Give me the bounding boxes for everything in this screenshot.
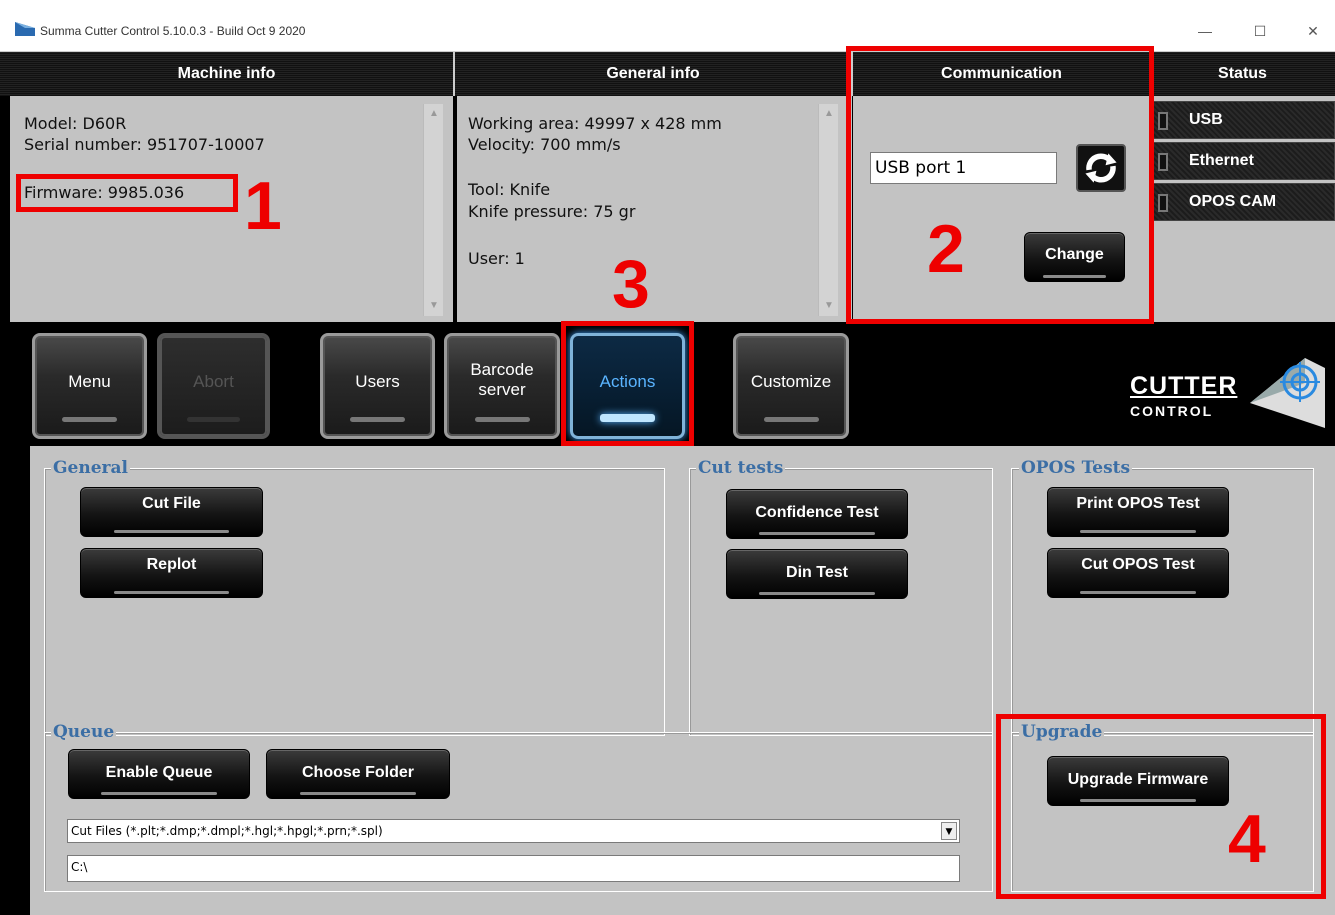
close-button[interactable]: ✕ — [1298, 20, 1328, 42]
machine-info-scrollbar[interactable]: ▲ ▼ — [423, 104, 443, 316]
working-area-text: Working area: 49997 x 428 mm — [468, 114, 722, 133]
scroll-down-icon[interactable]: ▼ — [819, 298, 839, 314]
status-led-icon — [1158, 153, 1168, 171]
maximize-button[interactable]: ☐ — [1245, 20, 1275, 42]
customize-button[interactable]: Customize — [733, 333, 849, 439]
window-title: Summa Cutter Control 5.10.0.3 - Build Oc… — [40, 24, 306, 38]
status-usb: USB — [1152, 101, 1335, 139]
queue-group-title: Queue — [51, 722, 117, 742]
cut-tests-group-title: Cut tests — [696, 458, 786, 478]
knife-pressure-text: Knife pressure: 75 gr — [468, 202, 636, 221]
logo-text-control: CONTROL — [1130, 403, 1214, 419]
chevron-down-icon[interactable]: ▼ — [941, 822, 957, 840]
status-led-icon — [1158, 112, 1168, 130]
queue-path-input[interactable]: C:\ — [67, 855, 960, 882]
app-icon — [15, 22, 35, 36]
annotation-number-3: 3 — [612, 246, 650, 322]
title-bar: Summa Cutter Control 5.10.0.3 - Build Oc… — [0, 0, 1335, 52]
header-status: Status — [1150, 52, 1335, 96]
opos-tests-group-title: OPOS Tests — [1019, 458, 1133, 478]
user-text: User: 1 — [468, 249, 525, 268]
scroll-down-icon[interactable]: ▼ — [424, 298, 444, 314]
status-ethernet: Ethernet — [1152, 142, 1335, 180]
header-general-info: General info — [455, 52, 853, 96]
barcode-server-button[interactable]: Barcode server — [444, 333, 560, 439]
replot-button[interactable]: Replot — [80, 548, 263, 598]
cut-opos-test-button[interactable]: Cut OPOS Test — [1047, 548, 1229, 598]
choose-folder-button[interactable]: Choose Folder — [266, 749, 450, 799]
enable-queue-button[interactable]: Enable Queue — [68, 749, 250, 799]
annotation-box-2 — [846, 46, 1154, 324]
header-machine-info: Machine info — [0, 52, 455, 96]
annotation-number-1: 1 — [244, 168, 282, 244]
general-group-title: General — [51, 458, 130, 478]
din-test-button[interactable]: Din Test — [726, 549, 908, 599]
abort-button[interactable]: Abort — [157, 333, 270, 439]
annotation-number-2: 2 — [927, 211, 965, 287]
users-button[interactable]: Users — [320, 333, 435, 439]
model-text: Model: D60R — [24, 114, 127, 133]
annotation-box-1 — [16, 174, 238, 212]
annotation-box-3 — [561, 321, 694, 446]
annotation-box-4 — [996, 714, 1326, 899]
tool-text: Tool: Knife — [468, 180, 551, 199]
status-led-icon — [1158, 194, 1168, 212]
app-window: Summa Cutter Control 5.10.0.3 - Build Oc… — [0, 0, 1335, 915]
general-info-scrollbar[interactable]: ▲ ▼ — [818, 104, 838, 316]
logo-target-icon — [1250, 358, 1325, 428]
annotation-number-4: 4 — [1228, 801, 1266, 877]
cut-file-button[interactable]: Cut File — [80, 487, 263, 537]
general-info-panel: Working area: 49997 x 428 mm Velocity: 7… — [457, 96, 852, 322]
scroll-up-icon[interactable]: ▲ — [424, 106, 444, 122]
file-filter-select[interactable]: Cut Files (*.plt;*.dmp;*.dmpl;*.hgl;*.hp… — [67, 819, 960, 843]
minimize-button[interactable]: — — [1190, 20, 1220, 42]
scroll-up-icon[interactable]: ▲ — [819, 106, 839, 122]
menu-button[interactable]: Menu — [32, 333, 147, 439]
status-opos-cam: OPOS CAM — [1152, 183, 1335, 221]
print-opos-test-button[interactable]: Print OPOS Test — [1047, 487, 1229, 537]
velocity-text: Velocity: 700 mm/s — [468, 135, 621, 154]
confidence-test-button[interactable]: Confidence Test — [726, 489, 908, 539]
logo-text-cutter: CUTTER — [1130, 372, 1238, 400]
serial-text: Serial number: 951707-10007 — [24, 135, 265, 154]
